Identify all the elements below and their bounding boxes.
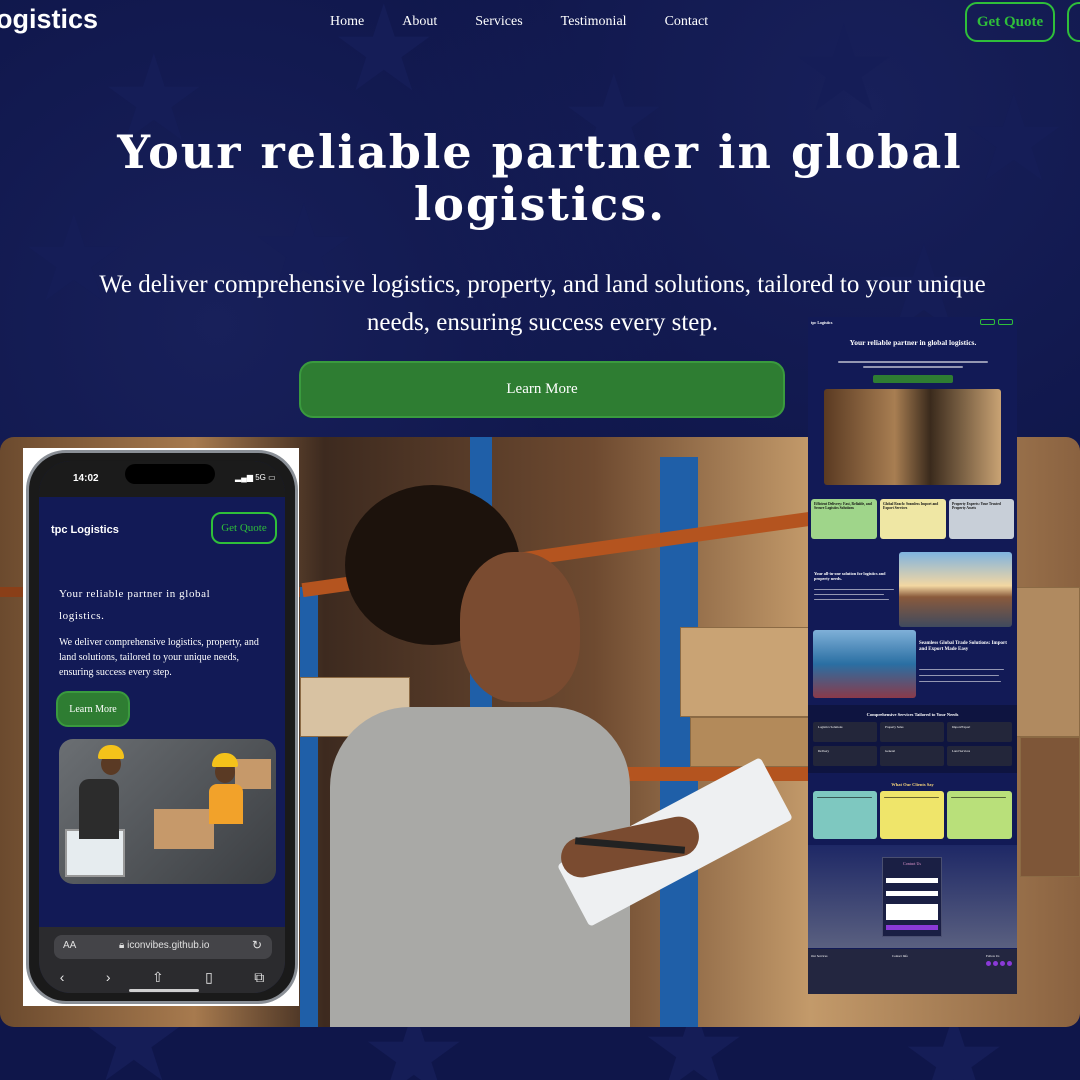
phone-hero-subtitle: We deliver comprehensive logistics, prop…	[59, 637, 259, 678]
mock-contact-title: Contact Us	[903, 861, 921, 866]
mock-section-2-title: Seamless Global Trade Solutions: Import …	[919, 641, 1007, 652]
mock-text-line	[919, 681, 1001, 682]
social-icon	[1007, 961, 1012, 966]
mock-footer-heading: Our Services	[811, 954, 828, 958]
mock-text-line	[814, 599, 889, 600]
mock-text-line	[919, 675, 999, 676]
mock-text-line	[838, 361, 988, 363]
phone-hero-image	[59, 739, 276, 884]
shelf-upright	[300, 587, 318, 1027]
phone-signal: ▂▄▆ 5G ▭	[235, 473, 276, 482]
mock-testimonial-card	[947, 791, 1012, 839]
mock-service-label: Delivery	[818, 749, 830, 753]
mock-hero-image	[824, 389, 1001, 485]
nav-contact[interactable]: Contact	[665, 14, 709, 30]
main-nav: Home About Services Testimonial Contact	[330, 14, 708, 30]
mock-learn-more	[873, 375, 953, 383]
share-icon[interactable]: ⇧	[152, 969, 164, 986]
mock-hero-title: Your reliable partner in global logistic…	[849, 338, 977, 347]
mock-service-label: Logistics Solutions	[818, 725, 843, 729]
phone-img-vest	[209, 784, 243, 824]
worker-face	[460, 552, 580, 702]
hard-hat-icon	[212, 753, 238, 767]
nav-home[interactable]: Home	[330, 14, 364, 30]
site-header: ogistics Home About Services Testimonial…	[0, 0, 1080, 46]
mock-card-3-title: Property Experts: Your Trusted Property …	[952, 502, 1001, 511]
mock-text-line	[884, 797, 939, 798]
forward-icon[interactable]: ›	[106, 969, 111, 986]
secondary-header-button[interactable]	[1067, 2, 1080, 42]
mock-footer-heading: Contact Info	[892, 954, 909, 958]
mock-card-1-title: Efficient Delivery: Fast, Reliable, and …	[814, 502, 872, 511]
cardboard-box	[1020, 737, 1080, 877]
phone-frame: 14:02 ▂▄▆ 5G ▭ tpc Logistics Get Quote Y…	[26, 450, 298, 1004]
hero-title: Your reliable partner in global logistic…	[117, 125, 963, 231]
phone-hero-title: Your reliable partner in global logistic…	[59, 588, 211, 622]
mock-text-line	[814, 594, 884, 595]
phone-img-box	[235, 759, 271, 789]
phone-screen: 14:02 ▂▄▆ 5G ▭ tpc Logistics Get Quote Y…	[39, 461, 285, 993]
phone-notch	[125, 464, 215, 484]
mock-text-line	[951, 797, 1006, 798]
phone-time: 14:02	[73, 473, 99, 484]
mock-services-title: Comprehensive Services Tailored to Your …	[866, 712, 959, 717]
url-text: 🔒︎ iconvibes.github.io	[119, 940, 209, 951]
mock-service-label: Property Sales	[885, 725, 904, 729]
nav-testimonial[interactable]: Testimonial	[561, 14, 627, 30]
mock-testimonial-card	[813, 791, 877, 839]
lock-icon: 🔒︎	[119, 940, 125, 951]
nav-services[interactable]: Services	[475, 14, 522, 30]
mock-text-line	[814, 589, 894, 590]
mock-service-label: Import/Export	[952, 725, 971, 729]
mock-testimonial-card	[880, 791, 944, 839]
back-icon[interactable]: ‹	[60, 969, 65, 986]
phone-learn-more-button[interactable]: Learn More	[56, 691, 130, 727]
hard-hat-icon	[98, 745, 124, 759]
bookmarks-icon[interactable]: ▯	[205, 969, 213, 986]
learn-more-button[interactable]: Learn More	[299, 361, 785, 418]
social-icon	[993, 961, 998, 966]
phone-img-box	[154, 809, 214, 849]
phone-img-worker	[79, 779, 119, 839]
reload-icon[interactable]: ↻	[252, 938, 262, 952]
mock-quote-button	[980, 319, 995, 325]
url-label: iconvibes.github.io	[127, 940, 210, 951]
tabs-icon[interactable]: ⧉	[254, 969, 264, 986]
mobile-preview: 14:02 ▂▄▆ 5G ▭ tpc Logistics Get Quote Y…	[23, 448, 299, 1006]
brand-logo[interactable]: ogistics	[0, 4, 98, 35]
phone-brand[interactable]: tpc Logistics	[51, 524, 119, 536]
text-size-button[interactable]: AA	[63, 940, 76, 951]
browser-toolbar: ‹ › ⇧ ▯ ⧉	[39, 969, 285, 986]
mock-brand: tpc Logistics	[811, 320, 833, 325]
mock-card-2-title: Global Reach: Seamless Import and Export…	[883, 502, 939, 511]
social-icon	[986, 961, 991, 966]
mock-testimonials-title: What Our Clients Say	[891, 782, 934, 787]
cardboard-box	[690, 717, 810, 767]
mock-quote-button	[998, 319, 1013, 325]
mock-text-line	[817, 797, 872, 798]
network-label: 5G	[255, 473, 266, 482]
mock-social-icons	[986, 961, 1012, 966]
mock-form-field	[886, 891, 938, 896]
mock-containers-image	[899, 552, 1012, 627]
social-icon	[1000, 961, 1005, 966]
mock-form-field	[886, 904, 938, 920]
cardboard-box	[680, 627, 810, 717]
home-indicator	[129, 989, 199, 992]
mock-port-image	[813, 630, 916, 698]
mock-section-1-title: Your all-in-one solution for logistics a…	[814, 571, 886, 581]
mock-footer-heading: Follow Us	[986, 954, 1000, 958]
mock-text-line	[863, 366, 963, 368]
get-quote-button[interactable]: Get Quote	[965, 2, 1055, 42]
nav-about[interactable]: About	[402, 14, 437, 30]
mock-form-submit	[886, 925, 938, 930]
mock-form-field	[886, 878, 938, 883]
mock-service-label: Land Services	[952, 749, 971, 753]
desktop-page-preview: tpc Logistics Your reliable partner in g…	[808, 317, 1017, 994]
phone-get-quote-button[interactable]: Get Quote	[211, 512, 277, 544]
mock-text-line	[919, 669, 1004, 670]
mock-service-label: General	[885, 749, 896, 753]
cardboard-box	[1015, 587, 1080, 737]
